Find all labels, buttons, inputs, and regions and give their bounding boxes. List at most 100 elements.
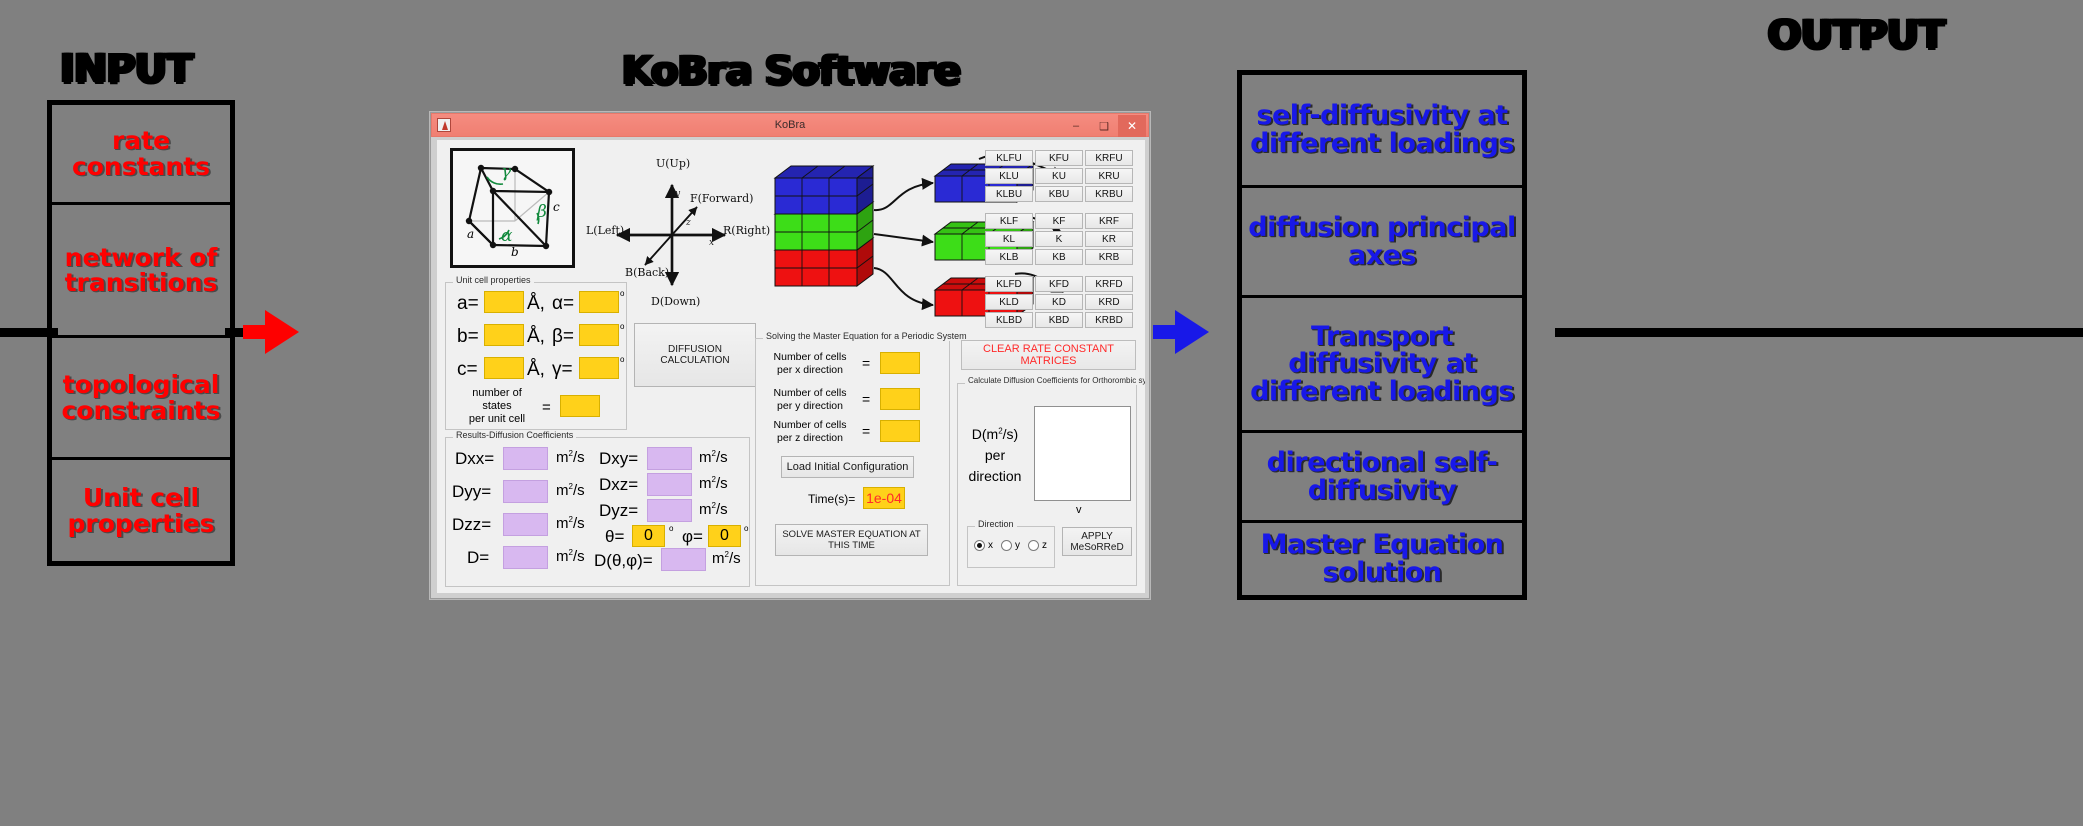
rate-button-KRF[interactable]: KRF — [1085, 213, 1133, 229]
input-Dzz[interactable] — [503, 513, 548, 536]
radio-direction-x[interactable]: x — [974, 540, 993, 551]
rate-button-KLBD[interactable]: KLBD — [985, 312, 1033, 328]
rate-button-KLFU[interactable]: KLFU — [985, 150, 1033, 166]
rate-button-KRBD[interactable]: KRBD — [1085, 312, 1133, 328]
label-c: c= — [457, 359, 478, 380]
rate-button-KRFD[interactable]: KRFD — [1085, 276, 1133, 292]
beta-angle-label: β — [537, 202, 547, 222]
rate-button-K[interactable]: K — [1035, 231, 1083, 247]
diffusion-calculation-button[interactable]: DIFFUSION CALCULATION — [634, 323, 756, 387]
rate-button-KD[interactable]: KD — [1035, 294, 1083, 310]
input-cells-x[interactable] — [880, 352, 920, 374]
label-b: b= — [457, 326, 479, 347]
label-D-theta-phi: D(θ,φ)= — [594, 551, 653, 570]
rate-button-KBU[interactable]: KBU — [1035, 186, 1083, 202]
apply-mesorred-button[interactable]: APPLY MeSoRReD — [1062, 527, 1132, 556]
input-item-network-of-transitions: network of transitions — [52, 205, 230, 338]
rate-button-KLFD[interactable]: KLFD — [985, 276, 1033, 292]
clear-rate-constant-matrices-button[interactable]: CLEAR RATE CONSTANT MATRICES — [961, 340, 1136, 370]
input-list-box: rate constants network of transitions to… — [47, 100, 235, 566]
input-cells-z[interactable] — [880, 420, 920, 442]
rate-matrix-lower: KLFD KFD KRFD KLD KD KRD KLBD KBD KRBD — [985, 276, 1133, 328]
input-D-theta-phi[interactable] — [661, 548, 706, 571]
rate-button-KL[interactable]: KL — [985, 231, 1033, 247]
rate-button-KRU[interactable]: KRU — [1085, 168, 1133, 184]
diffusion-values-list[interactable] — [1034, 406, 1131, 501]
degree-symbol-phi: o — [744, 524, 749, 533]
output-item-master-equation-solution: Master Equation solution — [1260, 529, 1504, 588]
input-cells-y[interactable] — [880, 388, 920, 410]
rate-button-KR[interactable]: KR — [1085, 231, 1133, 247]
unit-Dxx: m2/s — [556, 449, 585, 466]
input-Dxz[interactable] — [647, 473, 692, 496]
input-Dyy[interactable] — [503, 480, 548, 503]
input-theta[interactable]: 0 — [632, 525, 665, 547]
radio-direction-z[interactable]: z — [1028, 540, 1047, 551]
label-D-per-direction-line1: D(m2/s) — [971, 426, 1019, 442]
axis-up-label: U(Up) — [656, 157, 691, 170]
input-item-topological-constraints: topological constraints — [52, 338, 230, 460]
load-initial-configuration-button[interactable]: Load Initial Configuration — [781, 456, 914, 478]
input-b[interactable] — [484, 324, 524, 346]
input-Dyz[interactable] — [647, 499, 692, 522]
rate-button-KF[interactable]: KF — [1035, 213, 1083, 229]
rate-button-KRB[interactable]: KRB — [1085, 249, 1133, 265]
input-D[interactable] — [503, 546, 548, 569]
equals-states: = — [542, 399, 551, 416]
equals-cells-z: = — [862, 423, 871, 439]
rate-button-KFU[interactable]: KFU — [1035, 150, 1083, 166]
degree-symbol-gamma: o — [620, 355, 625, 364]
minimize-button[interactable]: – — [1062, 115, 1090, 137]
solve-master-equation-button[interactable]: SOLVE MASTER EQUATION AT THIS TIME — [775, 524, 928, 556]
chevron-down-icon[interactable]: v — [1076, 504, 1082, 516]
input-alpha[interactable] — [579, 291, 619, 313]
label-cells-x-line1: Number of cells — [773, 351, 847, 363]
rate-button-KU[interactable]: KU — [1035, 168, 1083, 184]
rate-button-KBD[interactable]: KBD — [1035, 312, 1083, 328]
input-a[interactable] — [484, 291, 524, 313]
input-Dxy[interactable] — [647, 447, 692, 470]
rate-button-KRBU[interactable]: KRBU — [1085, 186, 1133, 202]
axis-z-label: z — [686, 218, 691, 228]
label-number-of-states-line2: states — [482, 400, 512, 412]
maximize-button[interactable]: ❑ — [1090, 115, 1118, 137]
rate-button-KRD[interactable]: KRD — [1085, 294, 1133, 310]
label-D: D= — [467, 548, 490, 567]
window-client-area: γ α β a b c U(Up) D(Down) L(Left) R(Righ… — [436, 139, 1146, 594]
window-titlebar[interactable]: KoBra – ❑ ✕ — [431, 113, 1149, 137]
rate-button-KLBU[interactable]: KLBU — [985, 186, 1033, 202]
rate-button-KLD[interactable]: KLD — [985, 294, 1033, 310]
rate-button-KB[interactable]: KB — [1035, 249, 1083, 265]
degree-symbol-beta: o — [620, 322, 625, 331]
input-Dxx[interactable] — [503, 447, 548, 470]
close-icon[interactable]: ✕ — [1118, 115, 1146, 137]
rate-button-KLF[interactable]: KLF — [985, 213, 1033, 229]
results-diffusion-coefficients-group: Results-Diffusion Coefficients Dxx= m2/s… — [445, 430, 750, 587]
input-c[interactable] — [484, 357, 524, 379]
axis-down-label: D(Down) — [651, 295, 701, 308]
label-number-of-states-line1: number of — [472, 387, 522, 399]
input-number-of-states[interactable] — [560, 395, 600, 417]
kobra-application-window: KoBra – ❑ ✕ γ α β a b c U(Up) D(Down) L(… — [430, 112, 1150, 599]
label-Dxx: Dxx= — [455, 449, 495, 468]
unit-D-theta-phi: m2/s — [712, 550, 741, 567]
input-time[interactable]: 1e-04 — [863, 487, 905, 509]
rate-button-KFD[interactable]: KFD — [1035, 276, 1083, 292]
rate-button-KRFU[interactable]: KRFU — [1085, 150, 1133, 166]
direction-radio-group: Direction x y z — [967, 519, 1055, 568]
input-phi[interactable]: 0 — [708, 525, 741, 547]
axis-a-label: a — [467, 227, 475, 241]
radio-direction-y[interactable]: y — [1001, 540, 1020, 551]
label-beta: β= — [552, 326, 575, 347]
equals-cells-y: = — [862, 391, 871, 407]
rate-button-KLB[interactable]: KLB — [985, 249, 1033, 265]
axis-left-label: L(Left) — [586, 224, 625, 237]
label-cells-y-line1: Number of cells — [773, 387, 847, 399]
label-cells-z-line1: Number of cells — [773, 419, 847, 431]
input-gamma[interactable] — [579, 357, 619, 379]
input-beta[interactable] — [579, 324, 619, 346]
gamma-angle-label: γ — [501, 162, 512, 182]
rate-button-KLU[interactable]: KLU — [985, 168, 1033, 184]
unit-cell-group-title: Unit cell properties — [453, 275, 534, 285]
direction-group-title: Direction — [975, 519, 1017, 529]
